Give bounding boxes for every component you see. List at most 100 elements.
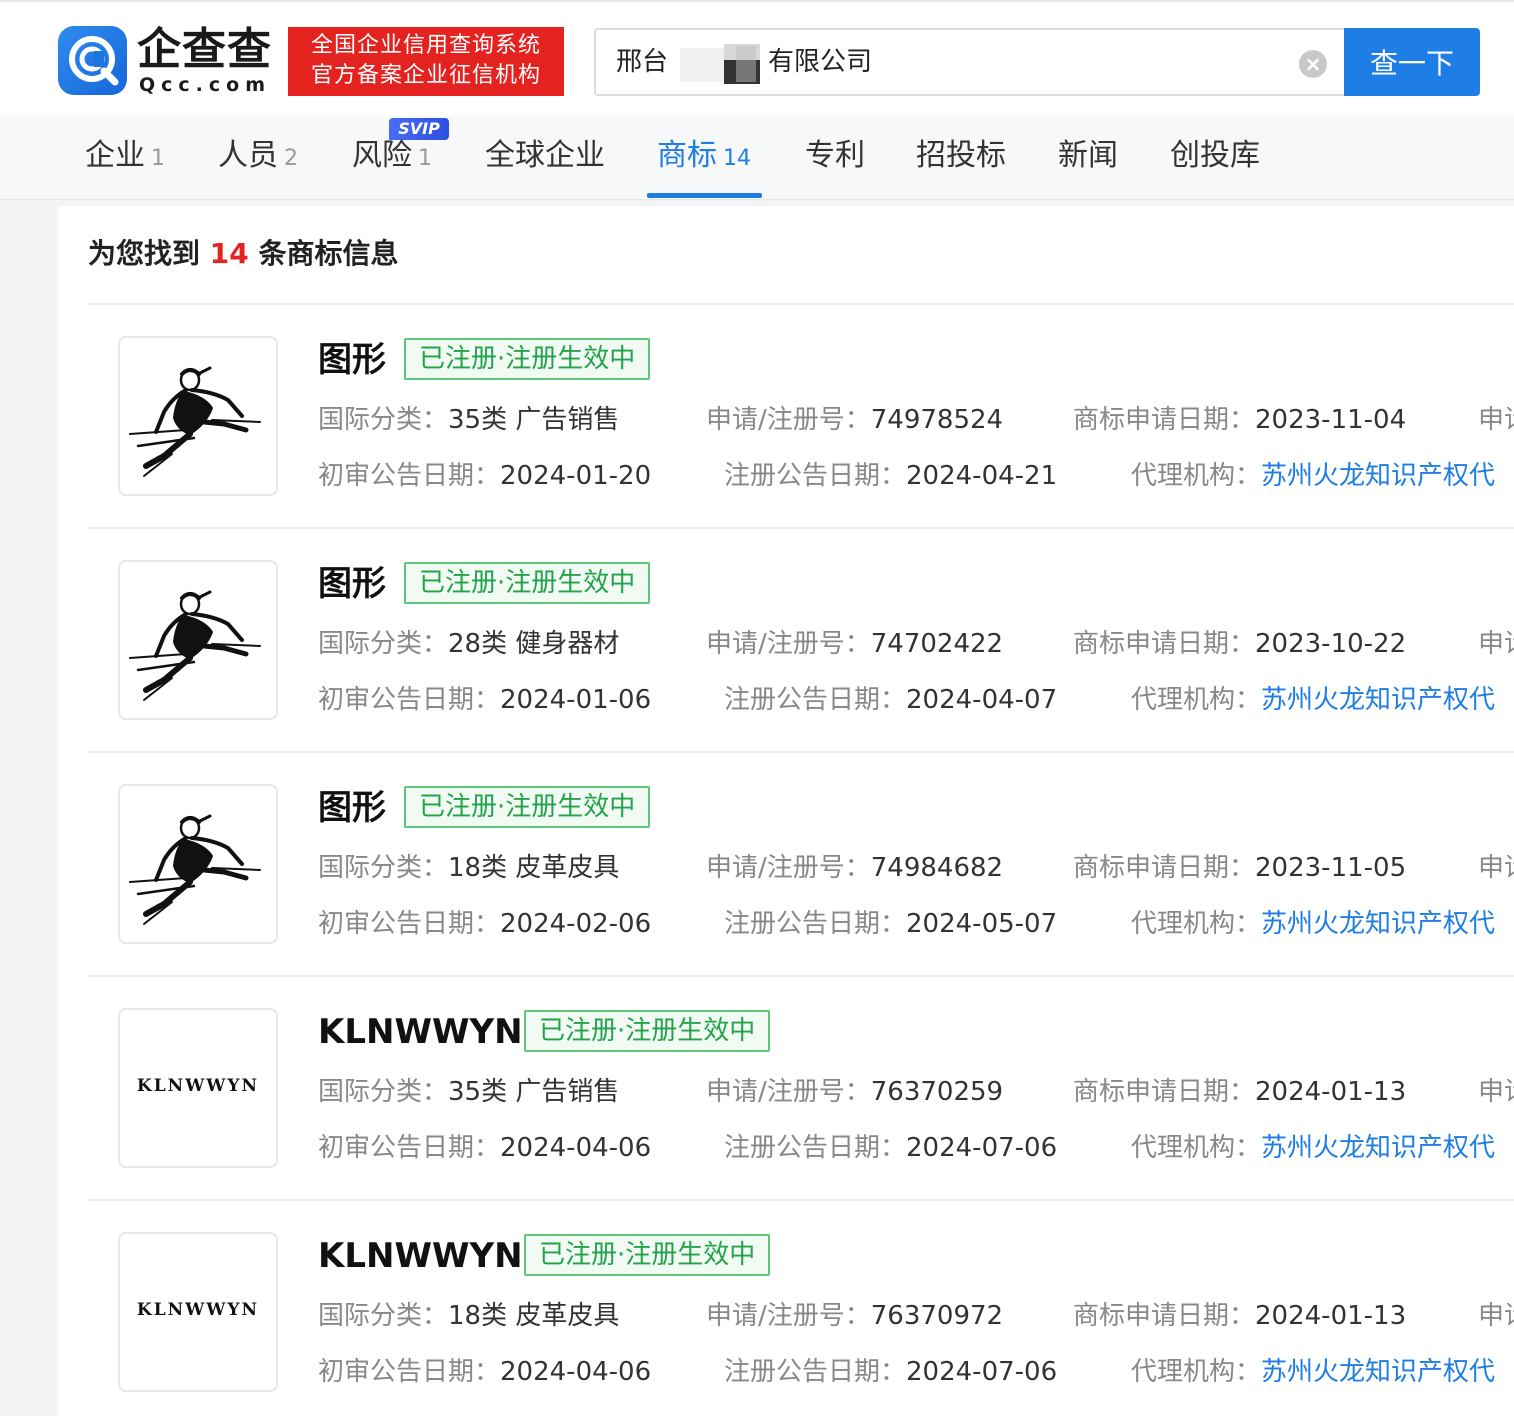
prelim-date-label: 初审公告日期： [318,1357,501,1387]
reg-no-value: 76370972 [870,1301,1004,1331]
apply-date-value: 2023-10-22 [1255,629,1407,659]
active-tab-indicator [647,193,762,198]
trademark-logo[interactable]: KLNWWYN [118,1232,278,1392]
status-badge: 已注册·注册生效中 [404,786,651,828]
reg-date-value: 2024-07-06 [906,1357,1058,1387]
divider [88,975,1514,977]
truncated-field: 申请 [1478,850,1514,886]
status-badge: 已注册·注册生效中 [524,1010,771,1052]
agent-label: 代理机构： [1131,909,1262,939]
reg-date-label: 注册公告日期： [724,1133,907,1163]
reg-no-value: 74702422 [870,629,1004,659]
tab-label: 全球企业 [485,138,605,173]
agent-link[interactable]: 苏州火龙知识产权代 [1261,685,1495,715]
truncated-field: 申请 [1478,1074,1514,1110]
search-button[interactable]: 查一下 [1344,28,1480,96]
divider [88,751,1514,753]
badge-line-2: 官方备案企业征信机构 [310,63,541,88]
prelim-date-value: 2024-01-06 [500,685,652,715]
prelim-date-value: 2024-04-06 [500,1357,652,1387]
trademark-name[interactable]: KLNWWYN [318,1234,523,1278]
reg-no-field: 申请/注册号：74978524 [706,402,1003,438]
tab-company[interactable]: 企业 1 [85,116,165,200]
tab-label: 创投库 [1170,138,1260,173]
apply-date-label: 商标申请日期： [1073,853,1256,883]
class-field: 国际分类：28类 健身器材 [318,626,619,662]
reg-date-field: 注册公告日期：2024-07-06 [724,1354,1057,1390]
agent-link[interactable]: 苏州火龙知识产权代 [1261,1133,1495,1163]
tab-venture-db[interactable]: 创投库 [1170,116,1260,200]
reg-no-label: 申请/注册号： [706,1301,871,1331]
qcc-logo-icon[interactable] [58,26,127,95]
trademark-logo[interactable] [118,784,278,944]
prelim-date-value: 2024-02-06 [500,909,652,939]
status-badge: 已注册·注册生效中 [404,338,651,380]
prelim-date-label: 初审公告日期： [318,461,501,491]
agent-field: 代理机构：苏州火龙知识产权代 [1131,682,1495,718]
prelim-date-field: 初审公告日期：2024-04-06 [318,1130,651,1166]
apply-date-field: 商标申请日期：2023-10-22 [1073,626,1406,662]
trademark-logo[interactable] [118,560,278,720]
prelim-date-value: 2024-01-20 [500,461,652,491]
class-value: 28类 健身器材 [448,629,620,659]
divider [88,303,1514,305]
reg-date-value: 2024-04-21 [906,461,1058,491]
top-header: 企查查 Qcc.com 全国企业信用查询系统 官方备案企业征信机构 邢台 有限公… [0,0,1514,116]
search-input[interactable]: 邢台 有限公司 × [594,28,1346,96]
reg-no-field: 申请/注册号：76370259 [706,1074,1003,1110]
reg-date-label: 注册公告日期： [724,685,907,715]
truncated-field: 申请 [1478,626,1514,662]
tab-label: 企业 [85,138,145,173]
tab-count: 1 [418,146,432,171]
status-badge: 已注册·注册生效中 [404,562,651,604]
prelim-date-field: 初审公告日期：2024-04-06 [318,1354,651,1390]
class-field: 国际分类：35类 广告销售 [318,402,619,438]
tab-global-company[interactable]: 全球企业 [485,116,605,200]
tab-bidding[interactable]: 招投标 [916,116,1006,200]
reg-date-value: 2024-04-07 [906,685,1058,715]
reg-date-value: 2024-07-06 [906,1133,1058,1163]
trademark-name[interactable]: 图形 [318,562,386,606]
tab-people[interactable]: 人员 2 [218,116,298,200]
brand-name-cn: 企查查 [137,24,272,75]
truncated-label: 申请 [1478,1077,1514,1107]
trademark-name[interactable]: 图形 [318,786,386,830]
search-input-value-end: 有限公司 [768,30,872,94]
search-value-suffix: 有限公司 [768,47,873,77]
reg-no-field: 申请/注册号：74702422 [706,626,1003,662]
agent-label: 代理机构： [1131,461,1262,491]
trademark-logo[interactable]: KLNWWYN [118,1008,278,1168]
agent-link[interactable]: 苏州火龙知识产权代 [1261,1357,1495,1387]
apply-date-value: 2024-01-13 [1255,1301,1407,1331]
reg-date-label: 注册公告日期： [724,1357,907,1387]
trademark-name[interactable]: KLNWWYN [318,1010,523,1054]
tab-label: 风险 [352,138,412,173]
truncated-field: 申请 [1478,1298,1514,1334]
truncated-label: 申请 [1478,1301,1514,1331]
reg-date-field: 注册公告日期：2024-07-06 [724,1130,1057,1166]
tab-trademark[interactable]: 商标 14 [657,116,751,200]
agent-link[interactable]: 苏州火龙知识产权代 [1261,909,1495,939]
agent-field: 代理机构：苏州火龙知识产权代 [1131,1130,1495,1166]
result-count: 14 [209,237,249,270]
apply-date-label: 商标申请日期： [1073,405,1256,435]
clear-icon[interactable]: × [1299,50,1327,78]
agent-link[interactable]: 苏州火龙知识产权代 [1261,461,1495,491]
athlete-figure-icon [129,814,261,925]
tab-patent[interactable]: 专利 [805,116,865,200]
trademark-logo[interactable] [118,336,278,496]
official-credit-badge: 全国企业信用查询系统 官方备案企业征信机构 [288,27,564,96]
apply-date-label: 商标申请日期： [1073,1077,1256,1107]
tab-news[interactable]: 新闻 [1058,116,1118,200]
tab-count: 1 [151,146,165,171]
agent-field: 代理机构：苏州火龙知识产权代 [1131,458,1495,494]
trademark-name[interactable]: 图形 [318,338,386,382]
prelim-date-field: 初审公告日期：2024-01-20 [318,458,651,494]
class-value: 18类 皮革皮具 [448,1301,620,1331]
athlete-figure-icon [129,590,261,701]
agent-field: 代理机构：苏州火龙知识产权代 [1131,1354,1495,1390]
reg-no-value: 74978524 [870,405,1004,435]
reg-date-label: 注册公告日期： [724,461,907,491]
prelim-date-label: 初审公告日期： [318,909,501,939]
qcc-logo-text[interactable]: 企查查 Qcc.com [137,24,282,97]
